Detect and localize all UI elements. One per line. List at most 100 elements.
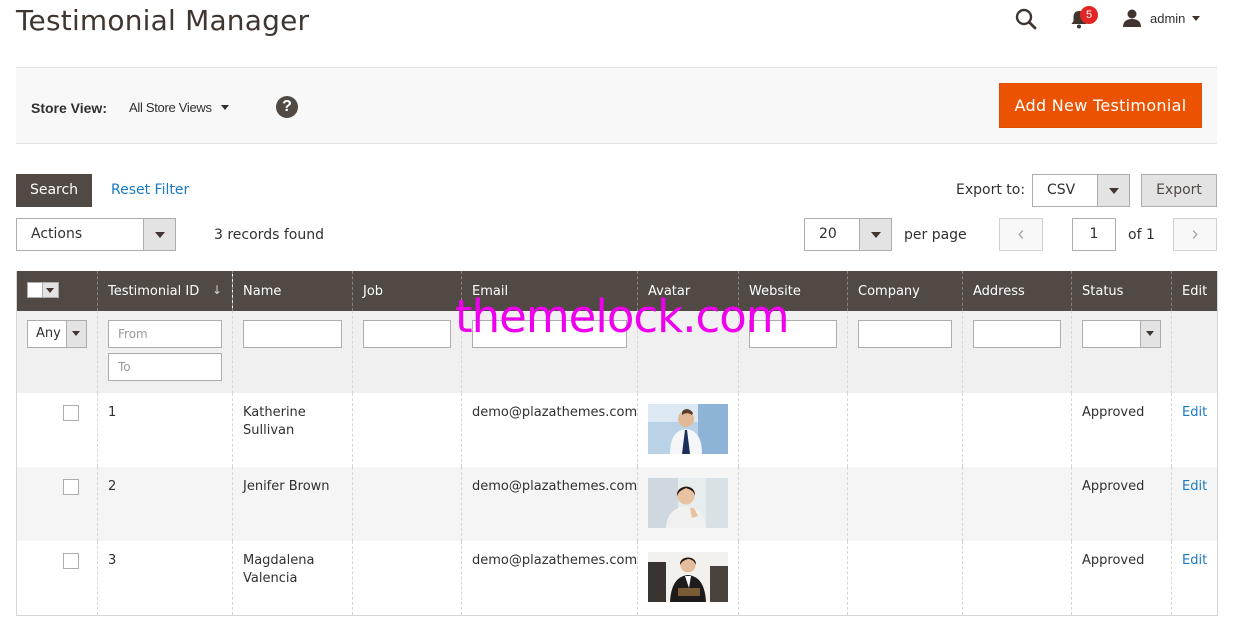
- status-filter-select[interactable]: [1082, 320, 1161, 348]
- grid-header-row: Testimonial ID ↓ Name Job Email Avatar W…: [16, 271, 1218, 311]
- add-new-testimonial-button[interactable]: Add New Testimonial: [999, 83, 1202, 128]
- per-page-select[interactable]: 20: [804, 218, 892, 251]
- store-view-label: Store View:: [31, 100, 107, 116]
- edit-cell: Edit: [1171, 541, 1218, 616]
- filter-cell-any: Any: [16, 311, 98, 393]
- name-filter-input[interactable]: [243, 320, 342, 348]
- website-cell: [738, 541, 848, 616]
- search-icon[interactable]: [1015, 8, 1037, 30]
- current-page-input[interactable]: 1: [1072, 218, 1116, 251]
- column-header-avatar: Avatar: [637, 271, 739, 311]
- chevron-down-icon: [1140, 321, 1160, 347]
- filter-cell-name: [232, 311, 353, 393]
- edit-cell: Edit: [1171, 393, 1218, 467]
- email-filter-input[interactable]: [472, 320, 627, 348]
- user-account-menu[interactable]: admin: [1122, 6, 1201, 30]
- chevron-down-icon[interactable]: [42, 282, 58, 297]
- filter-cell-avatar: [637, 311, 739, 393]
- filter-cell-edit: [1171, 311, 1218, 393]
- edit-link[interactable]: Edit: [1182, 553, 1207, 568]
- store-view-bar: Store View: All Store Views ? Add New Te…: [16, 67, 1217, 144]
- notification-count-badge[interactable]: 5: [1080, 6, 1098, 24]
- user-name: admin: [1150, 10, 1186, 26]
- page-title: Testimonial Manager: [16, 4, 310, 37]
- export-format-select[interactable]: CSV: [1032, 174, 1130, 207]
- status-cell: Approved: [1071, 541, 1172, 616]
- column-header-testimonial-id[interactable]: Testimonial ID ↓: [97, 271, 233, 311]
- user-icon: [1123, 9, 1141, 27]
- filter-cell-status: [1071, 311, 1172, 393]
- name-cell: Jenifer Brown: [232, 467, 353, 541]
- help-icon[interactable]: ?: [276, 96, 298, 118]
- status-cell: Approved: [1071, 393, 1172, 467]
- chevron-down-icon: [1097, 175, 1129, 206]
- website-filter-input[interactable]: [749, 320, 837, 348]
- mass-actions-label: Actions: [31, 226, 83, 242]
- job-cell: [352, 467, 462, 541]
- id-from-input[interactable]: From: [108, 320, 222, 348]
- email-cell: demo@plazathemes.com: [461, 467, 638, 541]
- total-pages-label: of 1: [1128, 227, 1155, 243]
- company-cell: [847, 541, 963, 616]
- table-row: 3 Magdalena Valencia demo@plazathemes.co…: [16, 541, 1218, 616]
- avatar-man-in-office-image: [648, 404, 728, 454]
- email-cell: demo@plazathemes.com: [461, 393, 638, 467]
- column-header-address[interactable]: Address: [962, 271, 1072, 311]
- chevron-down-icon: [143, 219, 175, 250]
- row-select-cell: [16, 541, 98, 616]
- chevron-down-icon: [1192, 15, 1201, 21]
- mass-select-checkbox[interactable]: [27, 281, 59, 298]
- export-format-value: CSV: [1047, 182, 1076, 198]
- checkbox[interactable]: [28, 282, 42, 297]
- column-header-website[interactable]: Website: [738, 271, 848, 311]
- job-filter-input[interactable]: [363, 320, 451, 348]
- avatar-cell: [637, 393, 739, 467]
- chevron-down-icon: [859, 219, 891, 250]
- edit-link[interactable]: Edit: [1182, 405, 1207, 420]
- job-cell: [352, 541, 462, 616]
- table-row: 1 Katherine Sullivan demo@plazathemes.co…: [17, 393, 1218, 467]
- name-cell: Magdalena Valencia: [232, 541, 353, 616]
- column-header-status[interactable]: Status: [1071, 271, 1172, 311]
- per-page-value: 20: [819, 226, 837, 242]
- column-header-name[interactable]: Name: [232, 271, 353, 311]
- id-to-input[interactable]: To: [108, 353, 222, 381]
- row-checkbox[interactable]: [63, 553, 79, 569]
- filter-cell-company: [847, 311, 963, 393]
- row-checkbox[interactable]: [63, 405, 79, 421]
- column-header-company[interactable]: Company: [847, 271, 963, 311]
- row-checkbox[interactable]: [63, 479, 79, 495]
- search-button[interactable]: Search: [16, 174, 92, 207]
- column-header-edit: Edit: [1171, 271, 1218, 311]
- chevron-down-icon: [220, 105, 229, 110]
- any-filter-select[interactable]: Any: [27, 320, 87, 348]
- next-page-button[interactable]: ›: [1173, 218, 1217, 251]
- export-button[interactable]: Export: [1141, 174, 1217, 207]
- testimonial-id-cell: 3: [97, 541, 233, 616]
- company-cell: [847, 393, 963, 467]
- chevron-right-icon: ›: [1191, 223, 1199, 245]
- grid-filter-row: Any From To: [16, 311, 1218, 393]
- address-cell: [962, 467, 1072, 541]
- export-label: Export to:: [956, 182, 1026, 198]
- column-header-email[interactable]: Email: [461, 271, 638, 311]
- mass-actions-select[interactable]: Actions: [16, 218, 176, 251]
- row-select-cell: [16, 467, 98, 541]
- previous-page-button[interactable]: ‹: [999, 218, 1043, 251]
- testimonial-grid: Testimonial ID ↓ Name Job Email Avatar W…: [16, 271, 1218, 616]
- avatar-smiling-woman-image: [648, 478, 728, 528]
- edit-link[interactable]: Edit: [1182, 479, 1207, 494]
- column-header-job[interactable]: Job: [352, 271, 462, 311]
- avatar-woman-with-folder-image: [648, 552, 728, 602]
- company-cell: [847, 467, 963, 541]
- records-found-count: 3 records found: [214, 227, 324, 243]
- filter-cell-website: [738, 311, 848, 393]
- website-cell: [738, 393, 848, 467]
- company-filter-input[interactable]: [858, 320, 952, 348]
- store-view-switcher[interactable]: All Store Views: [129, 100, 229, 115]
- reset-filter-link[interactable]: Reset Filter: [111, 182, 189, 198]
- filter-cell-email: [461, 311, 638, 393]
- mass-select-header[interactable]: [16, 271, 98, 311]
- address-filter-input[interactable]: [973, 320, 1061, 348]
- address-cell: [962, 541, 1072, 616]
